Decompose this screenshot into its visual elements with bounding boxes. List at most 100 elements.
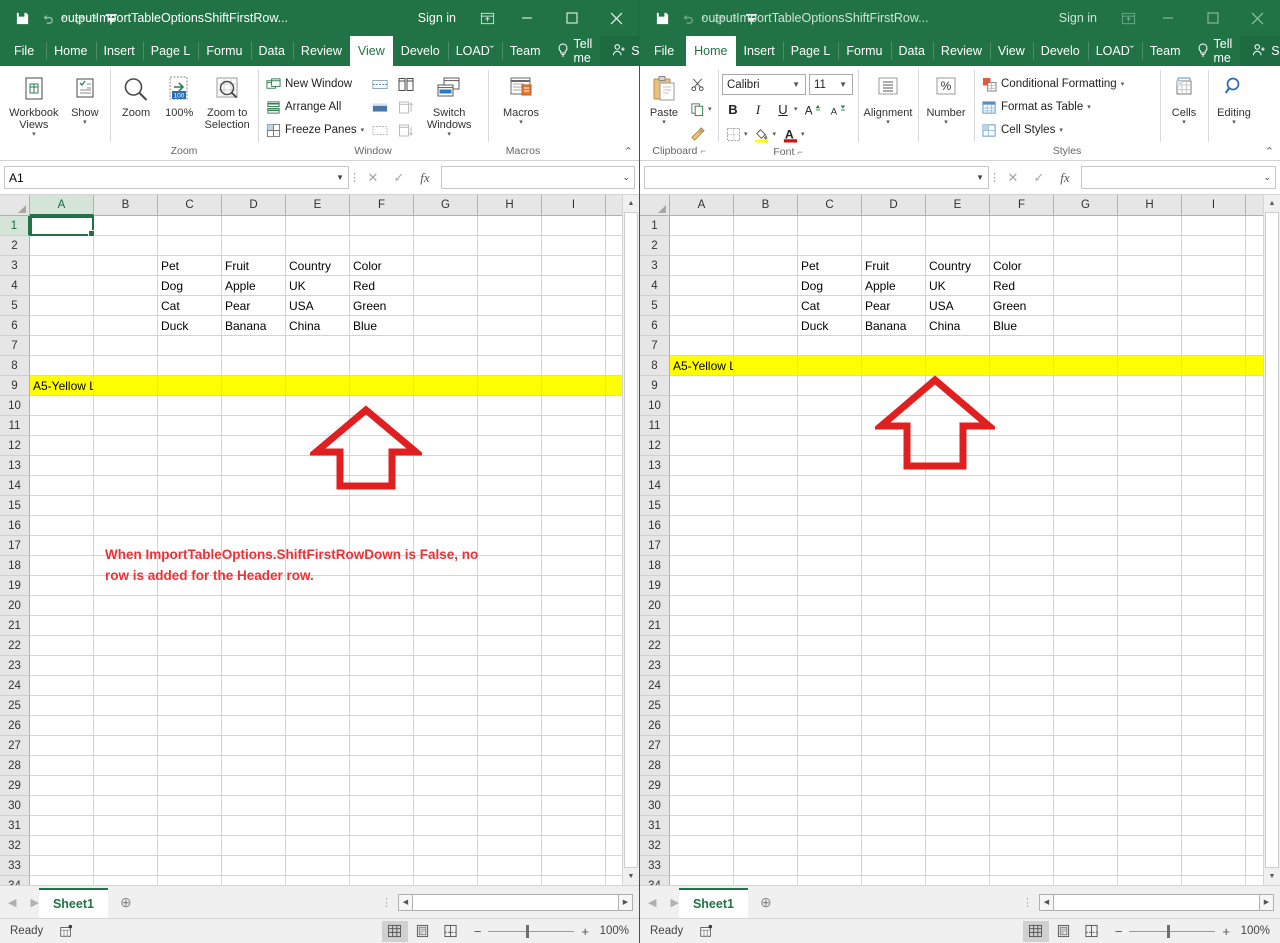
freeze-panes-button[interactable]: Freeze Panes ▾ — [262, 119, 367, 141]
cell[interactable] — [30, 616, 94, 636]
cell[interactable] — [158, 536, 222, 556]
cell[interactable] — [990, 636, 1054, 656]
cell[interactable] — [158, 716, 222, 736]
cell[interactable] — [1182, 716, 1246, 736]
cell[interactable] — [222, 696, 286, 716]
row-header-17[interactable]: 17 — [0, 536, 30, 556]
workbook-views-button[interactable]: Workbook Views ▾ — [4, 71, 64, 138]
cell[interactable] — [990, 356, 1054, 376]
zoom-in-icon[interactable]: + — [581, 924, 589, 939]
page-layout-view-button[interactable] — [1051, 921, 1077, 942]
cell[interactable]: Duck — [158, 316, 222, 336]
cell[interactable] — [862, 576, 926, 596]
cell[interactable] — [414, 476, 478, 496]
zoom-100-button[interactable]: 100 100% — [158, 71, 200, 119]
cell[interactable]: Apple — [222, 276, 286, 296]
row-header-6[interactable]: 6 — [640, 316, 670, 336]
name-box[interactable]: ▼ — [644, 166, 989, 189]
row-header-17[interactable]: 17 — [640, 536, 670, 556]
cell[interactable] — [350, 776, 414, 796]
cell[interactable] — [670, 276, 734, 296]
cell[interactable] — [286, 396, 350, 416]
cell[interactable] — [734, 816, 798, 836]
cell[interactable] — [414, 236, 478, 256]
cell[interactable] — [286, 616, 350, 636]
cell[interactable] — [158, 416, 222, 436]
cell[interactable] — [350, 756, 414, 776]
row-header-27[interactable]: 27 — [640, 736, 670, 756]
cell[interactable] — [286, 696, 350, 716]
zoom-level[interactable]: 100% — [1240, 925, 1274, 937]
cell[interactable] — [542, 616, 606, 636]
cell[interactable]: USA — [926, 296, 990, 316]
cell[interactable] — [158, 776, 222, 796]
cell[interactable] — [926, 596, 990, 616]
cell[interactable] — [542, 516, 606, 536]
cell[interactable] — [1118, 356, 1182, 376]
cell[interactable] — [350, 876, 414, 885]
sign-in-button[interactable]: Sign in — [1045, 11, 1111, 25]
cell[interactable] — [1182, 656, 1246, 676]
cell[interactable] — [30, 276, 94, 296]
cell[interactable]: Duck — [798, 316, 862, 336]
previous-sheet-icon[interactable]: ◀ — [648, 896, 656, 909]
cell[interactable] — [30, 436, 94, 456]
cell[interactable] — [926, 556, 990, 576]
cell[interactable] — [1118, 336, 1182, 356]
cell[interactable] — [862, 816, 926, 836]
cell[interactable] — [158, 596, 222, 616]
cell[interactable] — [158, 656, 222, 676]
cell[interactable] — [734, 416, 798, 436]
cell[interactable] — [414, 696, 478, 716]
worksheet-grid[interactable]: A B C D E F G H I 1234567891011121314151… — [640, 194, 1280, 885]
cell[interactable] — [1118, 836, 1182, 856]
show-button[interactable]: Show ▾ — [64, 71, 106, 126]
cell[interactable] — [478, 376, 542, 396]
tab-view[interactable]: View — [350, 36, 393, 66]
cell[interactable] — [1054, 216, 1118, 236]
cell[interactable] — [1182, 316, 1246, 336]
tab-team[interactable]: Team — [1142, 36, 1189, 66]
row-header-14[interactable]: 14 — [0, 476, 30, 496]
horizontal-scrollbar[interactable]: ◀ ▶ — [396, 886, 639, 918]
maximize-button[interactable] — [1190, 0, 1235, 36]
cancel-entry-icon[interactable]: ✕ — [360, 166, 386, 189]
cell[interactable] — [798, 376, 862, 396]
cell[interactable] — [30, 516, 94, 536]
cell[interactable] — [350, 736, 414, 756]
cell[interactable] — [990, 536, 1054, 556]
cell[interactable] — [670, 236, 734, 256]
row-header-13[interactable]: 13 — [640, 456, 670, 476]
cell[interactable] — [222, 436, 286, 456]
cell[interactable] — [798, 616, 862, 636]
cell[interactable] — [286, 436, 350, 456]
cell[interactable] — [478, 556, 542, 576]
cell[interactable] — [670, 296, 734, 316]
cell[interactable] — [798, 636, 862, 656]
cell[interactable] — [862, 536, 926, 556]
cell[interactable] — [94, 736, 158, 756]
cell[interactable] — [798, 836, 862, 856]
cell[interactable] — [734, 636, 798, 656]
save-icon[interactable] — [10, 6, 34, 30]
cell[interactable] — [926, 236, 990, 256]
row-header-21[interactable]: 21 — [640, 616, 670, 636]
undo-icon[interactable] — [676, 6, 700, 30]
cell[interactable] — [30, 456, 94, 476]
cell[interactable] — [798, 716, 862, 736]
cell[interactable] — [926, 416, 990, 436]
cell[interactable] — [414, 576, 478, 596]
cell[interactable] — [94, 556, 158, 576]
cell[interactable] — [1118, 856, 1182, 876]
cell[interactable] — [1182, 416, 1246, 436]
cell[interactable] — [350, 656, 414, 676]
cell[interactable] — [30, 816, 94, 836]
cell[interactable] — [286, 756, 350, 776]
tab-page-layout[interactable]: Page L — [143, 36, 199, 66]
cell[interactable] — [222, 736, 286, 756]
cell[interactable] — [350, 436, 414, 456]
cell[interactable] — [1054, 356, 1118, 376]
cell[interactable]: Blue — [990, 316, 1054, 336]
bold-icon[interactable]: B — [722, 99, 744, 120]
cell[interactable] — [734, 476, 798, 496]
